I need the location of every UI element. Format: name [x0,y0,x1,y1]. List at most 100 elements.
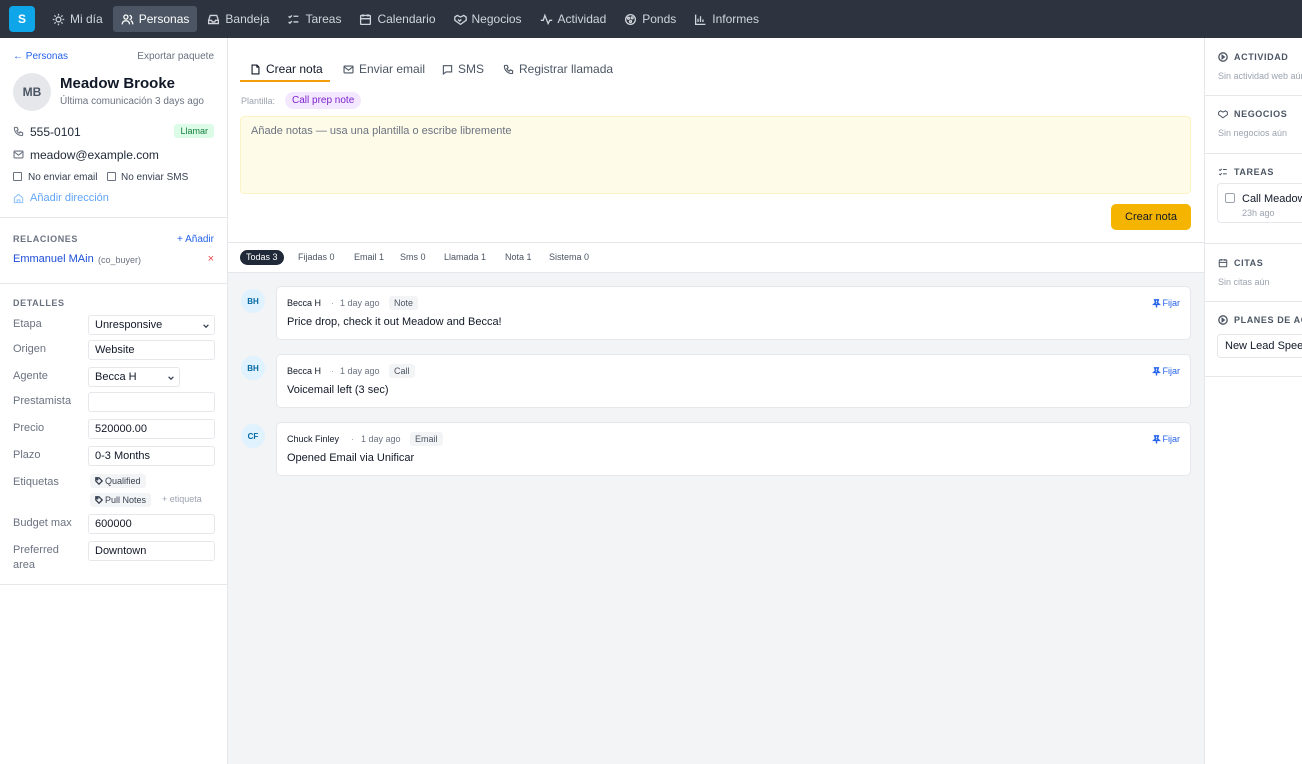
section-label: CITAS [1234,258,1264,268]
source-field[interactable]: Website [88,340,215,360]
filter-system[interactable]: Sistema 0 [543,250,595,265]
add-address-link[interactable]: Añadir dirección [30,192,109,204]
relation-name[interactable]: Emmanuel MAin [13,253,94,265]
tab-log-call[interactable]: Registrar llamada [503,58,613,80]
no-sms-label: No enviar SMS [121,172,189,183]
phone-number[interactable]: 555-0101 [30,125,81,139]
app-logo[interactable]: S [9,6,35,32]
nav-label: Informes [712,12,759,26]
tab-send-email[interactable]: Enviar email [343,58,425,80]
agent-label: Agente [13,370,48,382]
timeline-body: Price drop, check it out Meadow and Becc… [287,316,502,328]
mail-icon [343,65,354,73]
create-note-button[interactable]: Crear nota [1111,204,1191,230]
preferred-area-field[interactable]: Downtown [88,541,215,561]
agent-value: Becca H [95,371,137,383]
tag-chip[interactable]: Qualified [90,474,146,488]
tab-create-note[interactable]: Crear nota [250,58,323,80]
person-panel: ← Personas Exportar paquete MB Meadow Br… [0,38,228,764]
timeframe-label: Plazo [13,449,41,461]
budget-max-field[interactable]: 600000 [88,514,215,534]
filter-note[interactable]: Nota 1 [499,250,538,265]
tag-chip[interactable]: Pull Notes [90,493,152,507]
pin-label: Fijar [1162,366,1181,376]
template-chip[interactable]: Call prep note [285,92,362,109]
notes-textarea[interactable]: Añade notas — usa una plantilla o escrib… [240,116,1191,194]
separator-dot: · [331,366,334,376]
source-label: Origen [13,343,47,355]
timeline-item[interactable]: Becca H · 1 day ago Note Fijar Price dro… [276,286,1191,340]
handshake-icon [453,14,467,25]
nav-calendario[interactable]: Calendario [351,6,443,32]
relation-role: (co_buyer) [98,255,142,265]
action-plan-item[interactable]: New Lead Speed [1217,334,1302,358]
timeline-filters: Todas 3 Fijadas 0 Email 1 Sms 0 Llamada … [228,243,1204,273]
call-button[interactable]: Llamar [174,124,214,138]
chart-icon [695,14,706,25]
tab-label: Enviar email [359,62,426,76]
back-to-people-link[interactable]: ← Personas [13,51,68,62]
filter-call[interactable]: Llamada 1 [438,250,492,265]
tags-label: Etiquetas [13,476,59,488]
filter-email[interactable]: Email 1 [348,250,390,265]
agent-select[interactable]: Becca H [88,367,180,387]
timeline-item[interactable]: Chuck Finley · 1 day ago Email Fijar Ope… [276,422,1191,476]
nav-personas[interactable]: Personas [112,6,198,32]
separator-dot: · [351,434,354,444]
tab-label: Registrar llamada [519,62,614,76]
nav-informes[interactable]: Informes [686,6,767,32]
mail-icon [13,150,24,159]
add-tag-input[interactable]: + etiqueta [157,494,215,508]
divider [1205,301,1302,302]
nav-ponds[interactable]: Ponds [616,6,684,32]
timeline-avatar: BH [241,356,265,380]
no-sms-checkbox[interactable] [107,172,116,181]
nav-mi-dia[interactable]: Mi día [44,6,111,32]
people-icon [121,13,134,24]
sun-icon [52,13,65,25]
nav-tareas[interactable]: Tareas [279,6,349,32]
note-icon [251,63,260,75]
timeline-author: Becca H [287,366,322,376]
nav-label: Bandeja [225,12,270,26]
filter-all[interactable]: Todas 3 [240,250,284,265]
export-package-link[interactable]: Exportar paquete [137,51,214,62]
task-checkbox[interactable] [1225,193,1235,203]
nav-actividad[interactable]: Actividad [532,6,615,32]
main-panel: Crear nota Enviar email SMS Registrar ll… [228,38,1204,764]
tag-icon [95,496,103,504]
divider [0,217,227,218]
email-address[interactable]: meadow@example.com [30,148,159,162]
filter-sms[interactable]: Sms 0 [394,250,432,265]
filter-pinned[interactable]: Fijadas 0 [292,250,341,265]
calendar-icon [1218,258,1228,268]
pin-button[interactable]: Fijar [1151,366,1181,376]
pin-button[interactable]: Fijar [1151,434,1180,444]
lender-field[interactable] [88,392,215,412]
tasks-icon [1218,168,1227,176]
stage-select[interactable]: Unresponsive [88,315,215,335]
top-navigation: S Mi día Personas Bandeja Tareas Calenda… [0,0,1302,38]
remove-relation-button[interactable]: × [208,253,214,265]
timeline-type-badge: Note [389,296,419,310]
deals-section-title: NEGOCIOS [1218,109,1287,119]
timeline-time: 1 day ago [340,298,380,308]
nav-bandeja[interactable]: Bandeja [199,6,277,32]
play-circle-icon [1218,315,1228,325]
no-email-checkbox[interactable] [13,172,22,181]
timeframe-field[interactable]: 0-3 Months [88,446,215,466]
timeline-item[interactable]: Becca H · 1 day ago Call Fijar Voicemail… [276,354,1191,408]
phone-icon [13,126,24,137]
inbox-icon [208,14,220,24]
nav-negocios[interactable]: Negocios [446,6,530,32]
pin-button[interactable]: Fijar [1151,298,1180,308]
composer: Crear nota Enviar email SMS Registrar ll… [228,38,1204,243]
tab-sms[interactable]: SMS [442,58,484,80]
price-field[interactable]: 520000.00 [88,419,215,439]
nav-label: Calendario [377,12,436,26]
divider [0,584,227,585]
add-relation-button[interactable]: + Añadir [177,234,214,245]
details-title: DETALLES [13,298,65,308]
context-sidebar: ACTIVIDAD Sin actividad web aún NEGOCIOS… [1204,38,1302,764]
nav-label: Negocios [471,12,522,26]
